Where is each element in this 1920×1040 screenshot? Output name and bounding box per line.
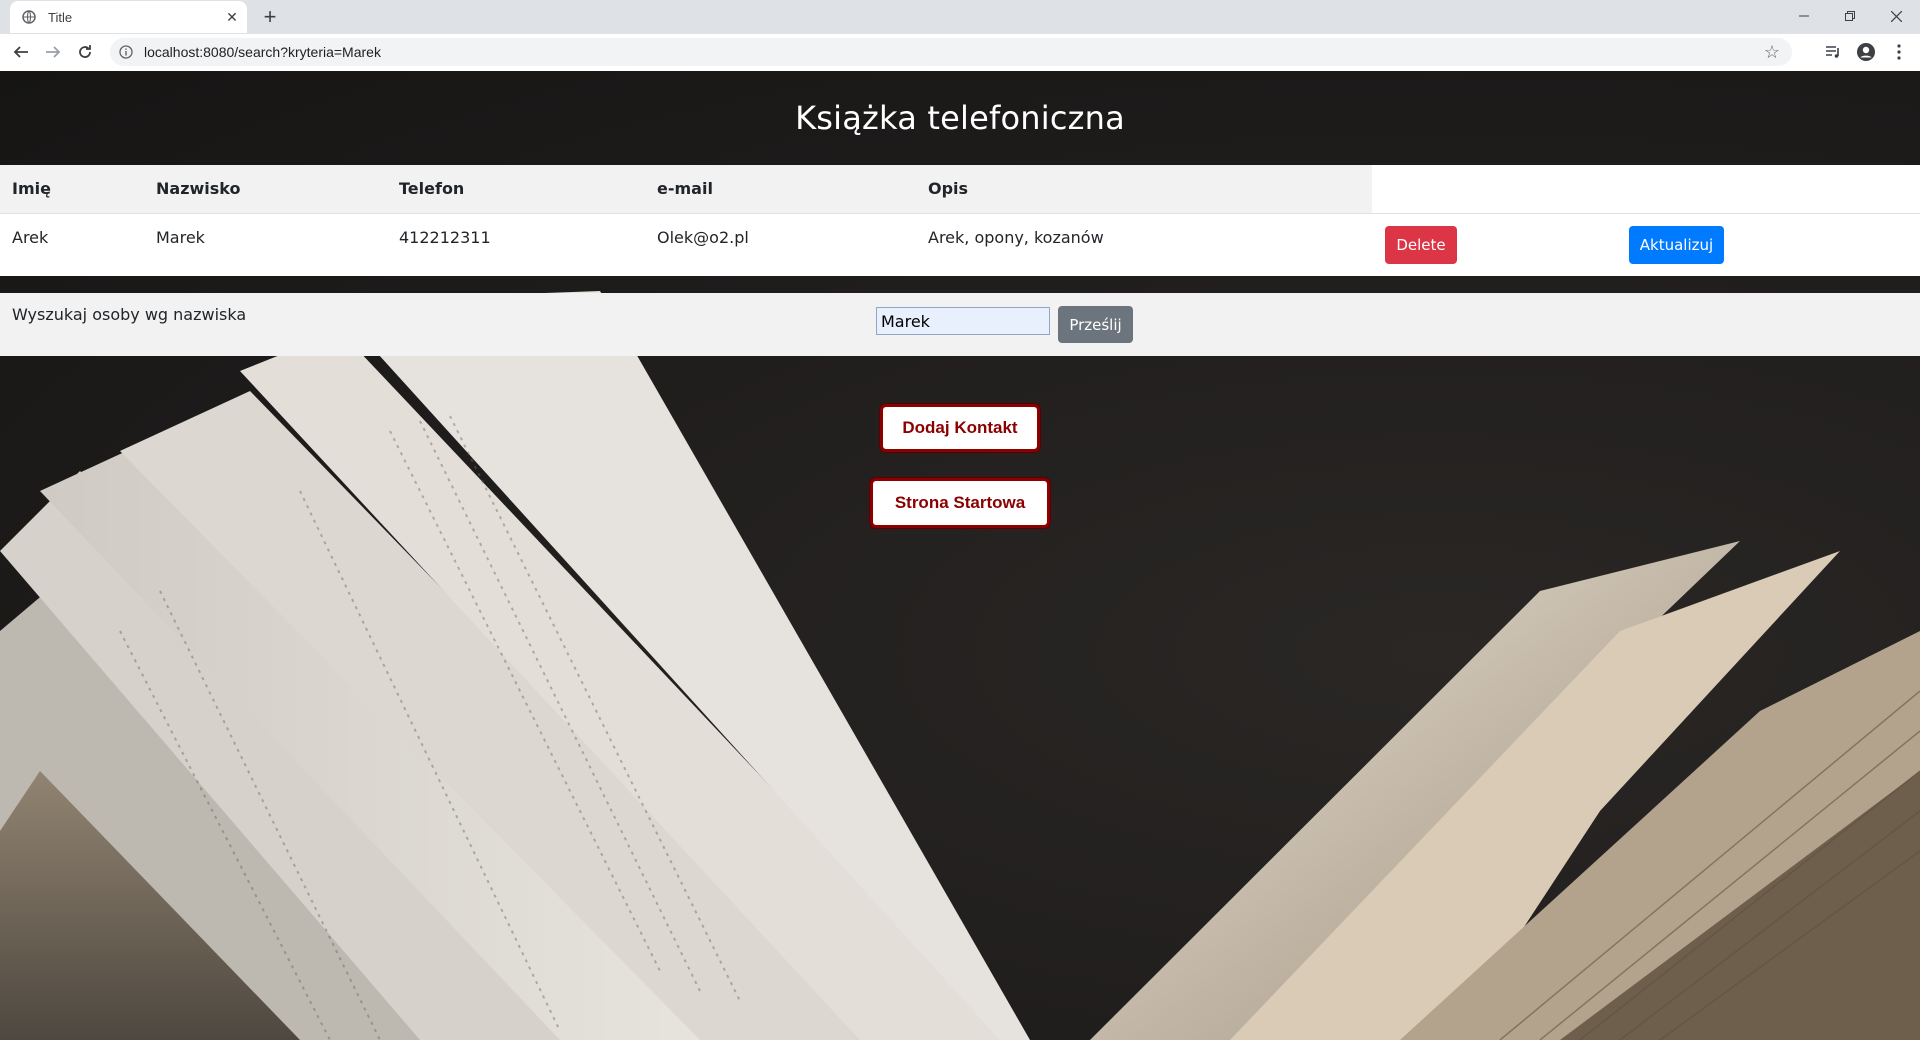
search-input[interactable] xyxy=(876,307,1050,335)
cell-imie: Arek xyxy=(12,228,49,247)
back-icon[interactable] xyxy=(9,40,33,64)
page-viewport: Książka telefoniczna Imię Nazwisko Telef… xyxy=(0,71,1920,1040)
forward-icon[interactable] xyxy=(41,40,65,64)
column-header-opis: Opis xyxy=(928,179,969,198)
update-button[interactable]: Aktualizuj xyxy=(1629,226,1724,264)
reload-icon[interactable] xyxy=(73,40,97,64)
column-header-imie: Imię xyxy=(12,179,51,198)
address-bar[interactable]: localhost:8080/search?kryteria=Marek ☆ xyxy=(110,38,1792,66)
page-title: Książka telefoniczna xyxy=(795,99,1125,137)
cell-nazwisko: Marek xyxy=(156,228,205,247)
close-window-icon[interactable] xyxy=(1873,2,1919,30)
column-header-telefon: Telefon xyxy=(399,179,465,198)
profile-avatar-icon[interactable] xyxy=(1854,40,1878,64)
browser-tab[interactable]: Title ✕ xyxy=(10,1,247,33)
globe-icon xyxy=(21,9,37,25)
cell-telefon: 412212311 xyxy=(399,228,491,247)
info-icon[interactable] xyxy=(118,44,134,60)
minimize-icon[interactable] xyxy=(1781,2,1827,30)
column-header-email: e-mail xyxy=(657,179,713,198)
search-label: Wyszukaj osoby wg nazwiska xyxy=(12,305,247,324)
submit-button[interactable]: Prześlij xyxy=(1058,306,1133,343)
cell-email: Olek@o2.pl xyxy=(657,228,749,247)
add-contact-button[interactable]: Dodaj Kontakt xyxy=(880,404,1040,452)
new-tab-icon[interactable]: + xyxy=(258,4,282,29)
delete-button[interactable]: Delete xyxy=(1385,226,1457,264)
home-page-button[interactable]: Strona Startowa xyxy=(870,478,1050,528)
contacts-table: Imię Nazwisko Telefon e-mail Opis Arek M… xyxy=(0,165,1920,276)
menu-kebab-icon[interactable] xyxy=(1887,40,1911,64)
url-text: localhost:8080/search?kryteria=Marek xyxy=(144,44,381,60)
media-queue-icon[interactable] xyxy=(1821,40,1845,64)
page-header: Książka telefoniczna xyxy=(0,71,1920,165)
table-header-background-blank xyxy=(1372,165,1920,213)
table-row: Arek Marek 412212311 Olek@o2.pl Arek, op… xyxy=(0,213,1920,276)
column-header-nazwisko: Nazwisko xyxy=(156,179,241,198)
search-form: Wyszukaj osoby wg nazwiska Prześlij xyxy=(0,293,1920,356)
bookmark-star-icon[interactable]: ☆ xyxy=(1762,42,1782,62)
tab-title: Title xyxy=(48,9,73,25)
cell-opis: Arek, opony, kozanów xyxy=(928,228,1104,247)
browser-toolbar: localhost:8080/search?kryteria=Marek ☆ xyxy=(0,34,1920,72)
table-header-row: Imię Nazwisko Telefon e-mail Opis xyxy=(0,165,1920,213)
restore-icon[interactable] xyxy=(1827,2,1873,30)
close-tab-icon[interactable]: ✕ xyxy=(223,8,241,26)
browser-chrome: Title ✕ + localhost:8080/search?kryteria… xyxy=(0,0,1920,72)
